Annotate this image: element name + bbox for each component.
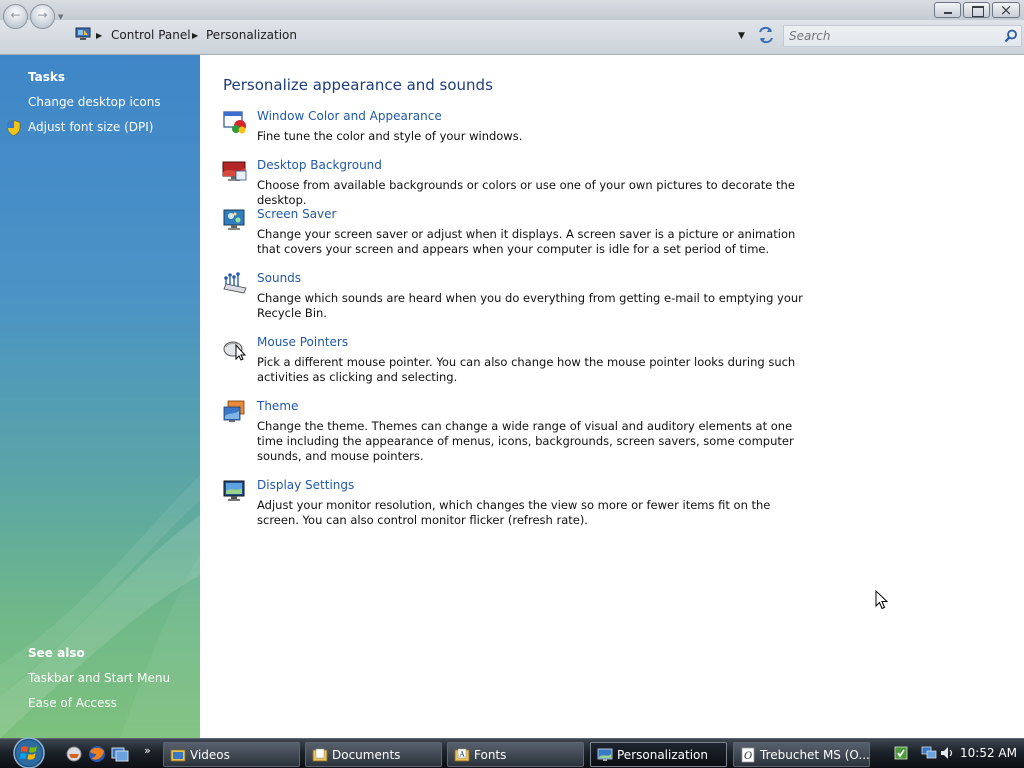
switch-windows-icon[interactable] — [111, 745, 129, 763]
taskbar-start-menu-link[interactable]: Taskbar and Start Menu — [28, 671, 170, 685]
taskbar-item-documents[interactable]: Documents — [305, 742, 442, 767]
search-input[interactable] — [789, 29, 989, 43]
taskbar-item-videos[interactable]: Videos — [163, 742, 300, 767]
taskbar-item-label: Trebuchet MS (O... — [760, 748, 870, 762]
show-desktop-icon[interactable] — [65, 745, 83, 763]
adjust-font-size-link[interactable]: Adjust font size (DPI) — [28, 120, 153, 134]
videos-folder-icon — [170, 749, 186, 762]
screen-saver-icon[interactable] — [222, 207, 248, 233]
documents-folder-icon — [312, 748, 328, 762]
svg-text:A: A — [459, 751, 466, 759]
breadcrumb-personalization[interactable]: Personalization — [206, 28, 297, 42]
breadcrumb-separator-icon[interactable]: ▶ — [96, 31, 102, 40]
breadcrumb-separator-icon[interactable]: ▶ — [192, 31, 198, 40]
tasks-pane: Tasks Change desktop icons Adjust font s… — [0, 55, 200, 738]
desktop-background-link[interactable]: Desktop Background — [257, 158, 382, 172]
close-button[interactable] — [992, 1, 1020, 19]
clock[interactable]: 10:52 AM — [960, 746, 1017, 760]
fonts-folder-icon: A — [454, 748, 470, 762]
uac-shield-icon — [7, 120, 21, 136]
display-settings-link[interactable]: Display Settings — [257, 478, 354, 492]
sounds-icon[interactable] — [222, 271, 248, 297]
svg-text:O: O — [744, 751, 752, 762]
breadcrumb-control-panel[interactable]: Control Panel — [111, 28, 191, 42]
mouse-pointers-link[interactable]: Mouse Pointers — [257, 335, 348, 349]
taskbar-item-label: Documents — [332, 748, 401, 762]
taskbar-item-label: Personalization — [617, 748, 708, 762]
volume-icon[interactable] — [939, 745, 955, 761]
item-description: Change the theme. Themes can change a wi… — [257, 419, 794, 463]
taskbar-item-personalization[interactable]: Personalization — [590, 742, 727, 767]
window-color-icon[interactable] — [222, 109, 248, 135]
taskbar-item-trebuchet[interactable]: O Trebuchet MS (O... — [733, 742, 870, 767]
refresh-icon[interactable] — [757, 26, 775, 44]
back-button[interactable] — [3, 4, 28, 29]
taskbar-item-fonts[interactable]: A Fonts — [447, 742, 584, 767]
taskbar-item-label: Videos — [190, 748, 230, 762]
desktop-background-icon[interactable] — [222, 158, 248, 184]
personalization-icon — [597, 748, 613, 761]
history-dropdown-icon[interactable]: ▼ — [58, 13, 63, 21]
notification-area: 10:52 AM — [885, 739, 1024, 768]
maximize-button[interactable] — [963, 2, 990, 18]
taskbar: » Videos Documents A Fonts Personalizati… — [0, 736, 1024, 768]
address-dropdown-icon[interactable]: ▼ — [738, 31, 745, 41]
pane-swoosh-decoration — [0, 475, 200, 738]
item-description: Change which sounds are heard when you d… — [257, 291, 803, 320]
item-description: Change your screen saver or adjust when … — [257, 227, 796, 256]
theme-link[interactable]: Theme — [257, 399, 298, 413]
start-button[interactable] — [10, 736, 48, 768]
item-description: Choose from available backgrounds or col… — [257, 178, 795, 207]
mouse-pointers-icon[interactable] — [222, 335, 248, 361]
taskbar-item-label: Fonts — [474, 748, 507, 762]
item-description: Fine tune the color and style of your wi… — [257, 129, 523, 143]
item-description: Pick a different mouse pointer. You can … — [257, 355, 796, 384]
windows-defender-icon[interactable] — [893, 745, 909, 761]
display-settings-icon[interactable] — [222, 478, 248, 504]
forward-button[interactable] — [30, 4, 55, 29]
control-panel-icon — [75, 27, 91, 40]
change-desktop-icons-link[interactable]: Change desktop icons — [28, 95, 161, 109]
mouse-cursor-icon — [875, 590, 889, 610]
font-file-icon: O — [741, 747, 755, 763]
see-also-heading: See also — [28, 646, 85, 660]
search-icon[interactable] — [1004, 29, 1018, 43]
minimize-button[interactable] — [934, 2, 961, 18]
search-box[interactable] — [783, 25, 1022, 47]
theme-icon[interactable] — [222, 399, 248, 425]
window-color-appearance-link[interactable]: Window Color and Appearance — [257, 109, 442, 123]
screen-saver-link[interactable]: Screen Saver — [257, 207, 336, 221]
main-content: Personalize appearance and sounds Window… — [200, 55, 1024, 738]
quick-launch-more-button[interactable]: » — [144, 744, 151, 757]
title-bar — [0, 0, 1024, 20]
ease-of-access-link[interactable]: Ease of Access — [28, 696, 117, 710]
tasks-heading: Tasks — [28, 70, 66, 84]
sounds-link[interactable]: Sounds — [257, 271, 301, 285]
network-icon[interactable] — [921, 745, 937, 761]
item-description: Adjust your monitor resolution, which ch… — [257, 498, 771, 527]
page-title: Personalize appearance and sounds — [223, 76, 493, 94]
firefox-icon[interactable] — [88, 745, 106, 763]
